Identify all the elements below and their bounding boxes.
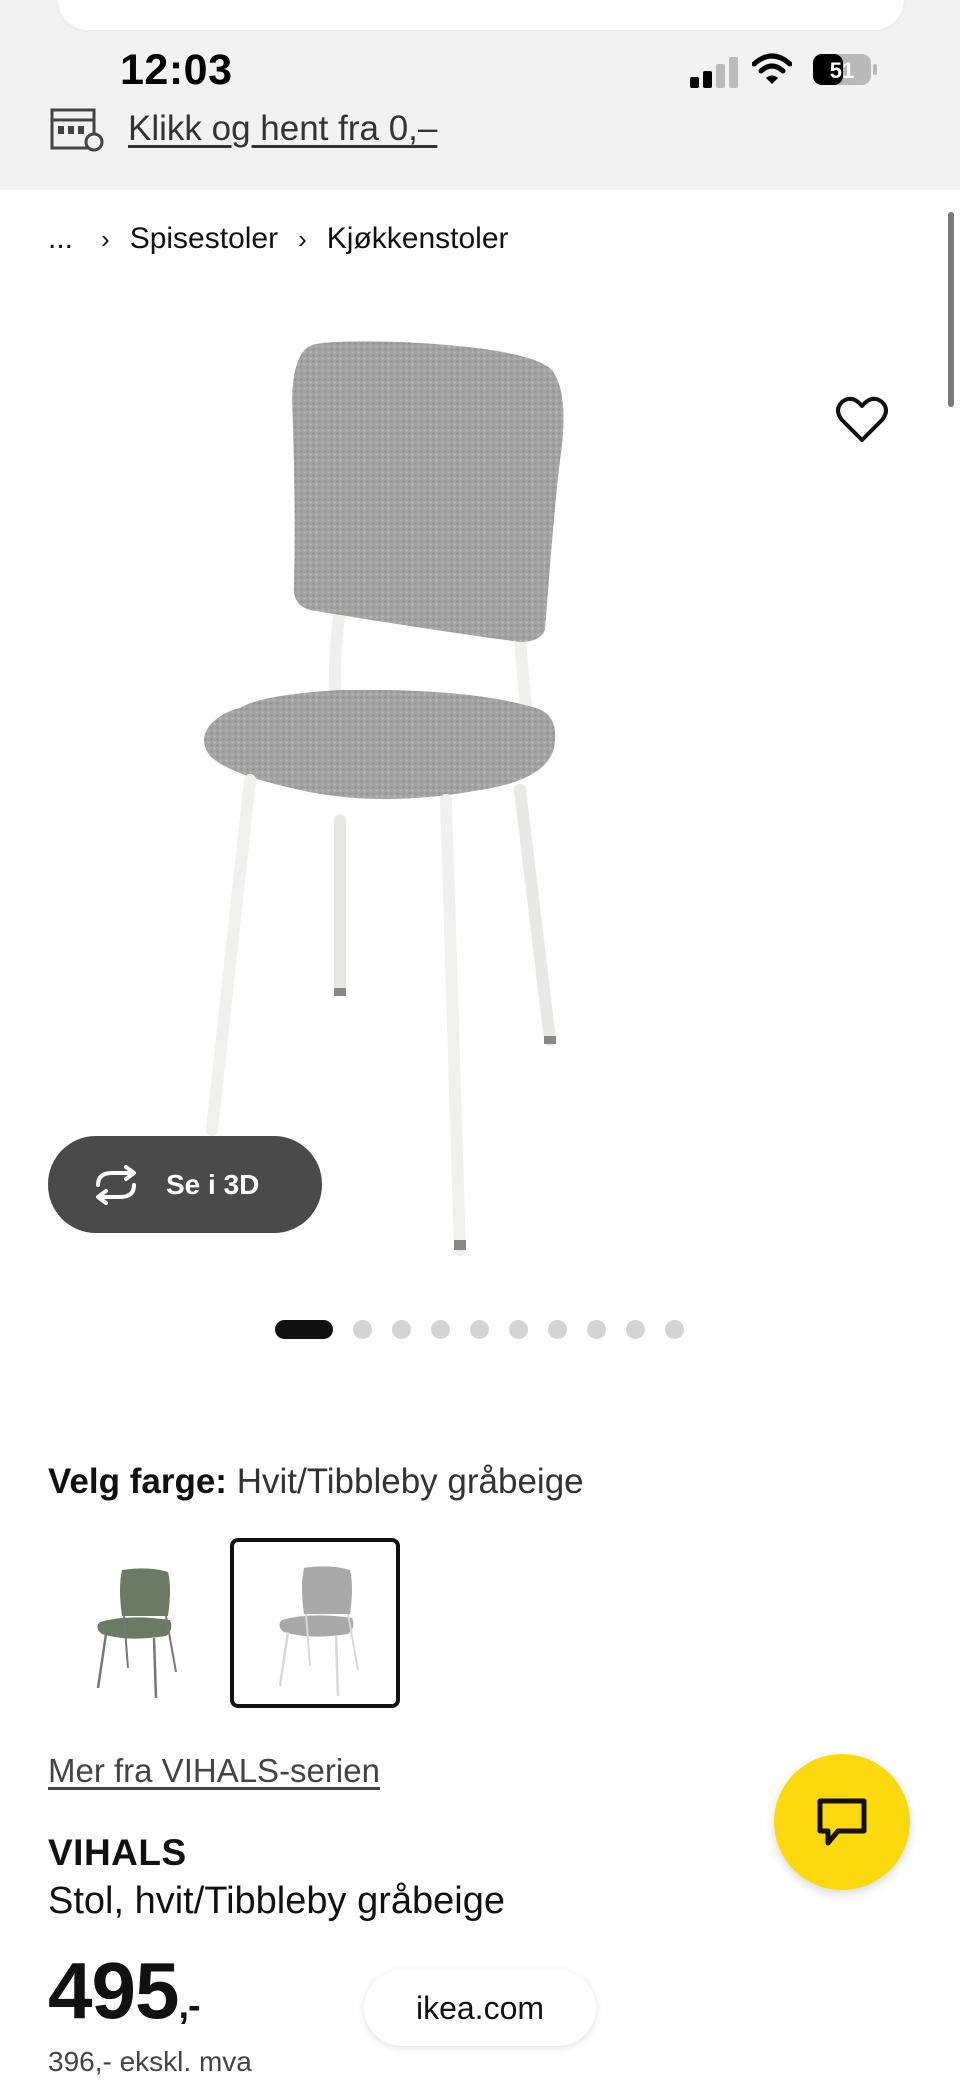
battery-level: 51 bbox=[830, 58, 854, 83]
top-pill bbox=[58, 0, 904, 30]
color-swatch-grey[interactable] bbox=[230, 1538, 400, 1708]
pagination-dot[interactable] bbox=[470, 1320, 489, 1339]
series-link[interactable]: Mer fra VIHALS-serien bbox=[48, 1752, 380, 1790]
product-price: 495,- bbox=[48, 1945, 201, 2037]
chevron-right-icon: › bbox=[298, 223, 307, 254]
pagination-dot[interactable] bbox=[431, 1320, 450, 1339]
pagination-dot[interactable] bbox=[392, 1320, 411, 1339]
browser-address-bar[interactable]: ikea.com bbox=[364, 1970, 596, 2046]
battery-icon: 51 bbox=[813, 54, 877, 85]
chat-icon bbox=[817, 1798, 867, 1846]
breadcrumb-item-spisestoler[interactable]: Spisestoler bbox=[130, 222, 278, 256]
price-value: 495 bbox=[48, 1946, 179, 2035]
heart-icon[interactable] bbox=[836, 396, 888, 444]
breadcrumb: ... › Spisestoler › Kjøkkenstoler bbox=[48, 222, 509, 256]
scrollbar[interactable] bbox=[948, 212, 954, 407]
pagination-dot[interactable] bbox=[509, 1320, 528, 1339]
color-label: Velg farge: bbox=[48, 1462, 227, 1501]
price-suffix: ,- bbox=[178, 1985, 200, 2027]
breadcrumb-ellipsis[interactable]: ... bbox=[48, 222, 73, 256]
wifi-icon bbox=[752, 53, 792, 84]
status-time: 12:03 bbox=[120, 46, 233, 94]
click-and-collect-link[interactable]: Klikk og hent fra 0,– bbox=[128, 109, 437, 149]
chevron-right-icon: › bbox=[101, 223, 110, 254]
pagination-dot-active[interactable] bbox=[275, 1320, 333, 1339]
pagination-dot[interactable] bbox=[548, 1320, 567, 1339]
pagination-dot[interactable] bbox=[665, 1320, 684, 1339]
view-3d-button[interactable]: Se i 3D bbox=[48, 1136, 322, 1233]
price-excl-vat: 396,- ekskl. mva bbox=[48, 2046, 252, 2077]
color-swatch-green[interactable] bbox=[58, 1538, 228, 1708]
browser-header: 12:03 51 Klikk og hent fra 0,– bbox=[0, 0, 960, 190]
rotate-3d-icon bbox=[96, 1164, 136, 1205]
chat-button[interactable] bbox=[774, 1754, 910, 1890]
pagination-dot[interactable] bbox=[353, 1320, 372, 1339]
breadcrumb-item-kjokkenstoler[interactable]: Kjøkkenstoler bbox=[327, 222, 509, 256]
color-selected-value: Hvit/Tibbleby gråbeige bbox=[236, 1462, 584, 1501]
pagination-dot[interactable] bbox=[626, 1320, 645, 1339]
color-selection-label: Velg farge: Hvit/Tibbleby gråbeige bbox=[48, 1462, 584, 1502]
store-icon bbox=[50, 108, 104, 152]
product-description: Stol, hvit/Tibbleby gråbeige bbox=[48, 1880, 505, 1922]
click-and-collect[interactable]: Klikk og hent fra 0,– bbox=[50, 106, 437, 152]
view-3d-label: Se i 3D bbox=[166, 1168, 260, 1200]
pagination-dot[interactable] bbox=[587, 1320, 606, 1339]
signal-icon bbox=[690, 56, 738, 88]
image-pagination bbox=[275, 1320, 704, 1339]
product-name: VIHALS bbox=[48, 1832, 187, 1873]
